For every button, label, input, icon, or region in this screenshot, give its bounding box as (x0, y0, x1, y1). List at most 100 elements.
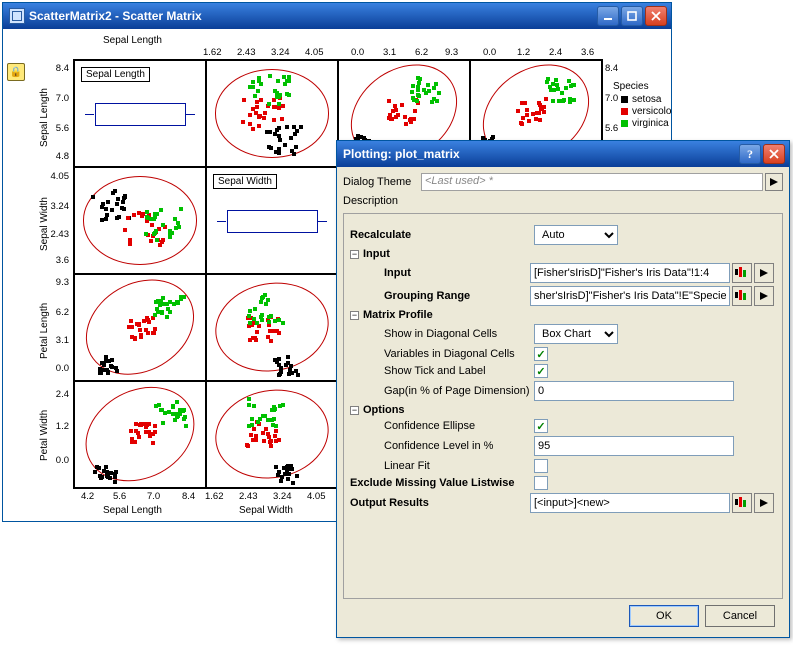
tree-toggle[interactable]: − (350, 406, 359, 415)
recalc-select[interactable]: Auto (534, 225, 618, 245)
input-group: Input (363, 248, 547, 260)
tree-toggle[interactable]: − (350, 250, 359, 259)
col-label-top: Sepal Length (103, 35, 162, 46)
gap-label: Gap(in % of Page Dimension) (350, 385, 534, 397)
tick: 1.62 (203, 47, 222, 58)
description-label: Description (343, 195, 783, 207)
diag-label: Show in Diagonal Cells (350, 328, 534, 340)
range-menu-button[interactable] (754, 493, 774, 513)
theme-menu-button[interactable] (765, 173, 783, 191)
boxplot (227, 210, 318, 233)
tick: 3.6 (581, 47, 594, 58)
tick: 0.0 (51, 455, 69, 466)
range-menu-button[interactable] (754, 263, 774, 283)
matrix-group: Matrix Profile (363, 309, 547, 321)
tick: 1.62 (205, 491, 224, 502)
diag-label: Sepal Width (213, 174, 277, 189)
col-label: Sepal Width (239, 505, 293, 516)
row-label: Sepal Width (39, 197, 50, 251)
legend: Species setosa versicolor virginica (613, 81, 671, 130)
cell-scatter (206, 60, 338, 167)
row-label: Petal Length (39, 303, 50, 359)
tick: 9.3 (51, 277, 69, 288)
cancel-button[interactable]: Cancel (705, 605, 775, 627)
theme-field[interactable]: <Last used> * (421, 173, 763, 191)
tick: 4.2 (81, 491, 94, 502)
vardiag-checkbox[interactable]: ✓ (534, 347, 548, 361)
tick: 4.05 (307, 491, 326, 502)
tick: 8.4 (182, 491, 195, 502)
tick: 2.4 (51, 389, 69, 400)
tick: 0.0 (351, 47, 364, 58)
close-button[interactable] (645, 6, 667, 26)
tick: 6.2 (51, 307, 69, 318)
dialog-close-button[interactable] (763, 144, 785, 164)
minimize-button[interactable] (597, 6, 619, 26)
range-picker-button[interactable] (732, 286, 752, 306)
tick: 4.05 (305, 47, 324, 58)
help-button[interactable]: ? (739, 144, 761, 164)
tick: 0.0 (483, 47, 496, 58)
input-label: Input (350, 267, 530, 279)
tick: 3.24 (47, 201, 69, 212)
tick: 7.0 (147, 491, 160, 502)
legend-title: Species (613, 81, 671, 92)
tick: 3.1 (383, 47, 396, 58)
main-title: ScatterMatrix2 - Scatter Matrix (29, 9, 202, 23)
gap-field[interactable] (534, 381, 734, 401)
cell-scatter (74, 381, 206, 488)
diag-label: Sepal Length (81, 67, 150, 82)
tick: 0.0 (51, 363, 69, 374)
range-menu-button[interactable] (754, 286, 774, 306)
conf-label: Confidence Level in % (350, 440, 534, 452)
legend-item: versicolor (613, 106, 671, 117)
main-titlebar[interactable]: ScatterMatrix2 - Scatter Matrix (3, 3, 671, 29)
linear-label: Linear Fit (350, 460, 534, 472)
tick: 1.2 (51, 421, 69, 432)
app-icon (9, 8, 25, 24)
tick: 2.43 (237, 47, 256, 58)
diag-select[interactable]: Box Chart (534, 324, 618, 344)
excl-label: Exclude Missing Value Listwise (350, 477, 534, 489)
tick: 1.2 (517, 47, 530, 58)
theme-label: Dialog Theme (343, 176, 421, 188)
row-label: Petal Width (39, 410, 50, 461)
conf-field[interactable] (534, 436, 734, 456)
excl-checkbox[interactable] (534, 476, 548, 490)
maximize-button[interactable] (621, 6, 643, 26)
legend-item: setosa (613, 94, 671, 105)
dialog-fieldset: Recalculate Auto − Input Input Grouping … (343, 213, 783, 599)
range-picker-button[interactable] (732, 493, 752, 513)
tick: 3.6 (51, 255, 69, 266)
lock-icon: 🔒 (7, 63, 25, 81)
boxplot (95, 103, 186, 126)
tick-label: Show Tick and Label (350, 365, 534, 377)
recalc-label: Recalculate (350, 229, 534, 241)
input-range-field[interactable] (530, 263, 730, 283)
ok-button[interactable]: OK (629, 605, 699, 627)
tick-checkbox[interactable]: ✓ (534, 364, 548, 378)
cell-diag-sepal-length: Sepal Length (74, 60, 206, 167)
tick: 9.3 (445, 47, 458, 58)
cell-scatter (206, 381, 338, 488)
options-group: Options (363, 404, 547, 416)
grouping-range-field[interactable] (530, 286, 730, 306)
ellipse-checkbox[interactable]: ✓ (534, 419, 548, 433)
col-label: Sepal Length (103, 505, 162, 516)
range-picker-button[interactable] (732, 263, 752, 283)
vardiag-label: Variables in Diagonal Cells (350, 348, 534, 360)
linear-checkbox[interactable] (534, 459, 548, 473)
cell-diag-sepal-width: Sepal Width (206, 167, 338, 274)
row-label: Sepal Length (39, 88, 50, 147)
dialog-window: Plotting: plot_matrix ? Dialog Theme <La… (336, 140, 790, 638)
output-field[interactable] (530, 493, 730, 513)
legend-item: virginica (613, 118, 671, 129)
tick: 6.2 (415, 47, 428, 58)
dialog-titlebar[interactable]: Plotting: plot_matrix ? (337, 141, 789, 167)
cell-scatter (74, 167, 206, 274)
tick: 2.43 (239, 491, 258, 502)
tree-toggle[interactable]: − (350, 311, 359, 320)
tick: 4.8 (51, 151, 69, 162)
dialog-title: Plotting: plot_matrix (343, 147, 460, 161)
out-label: Output Results (350, 497, 530, 509)
